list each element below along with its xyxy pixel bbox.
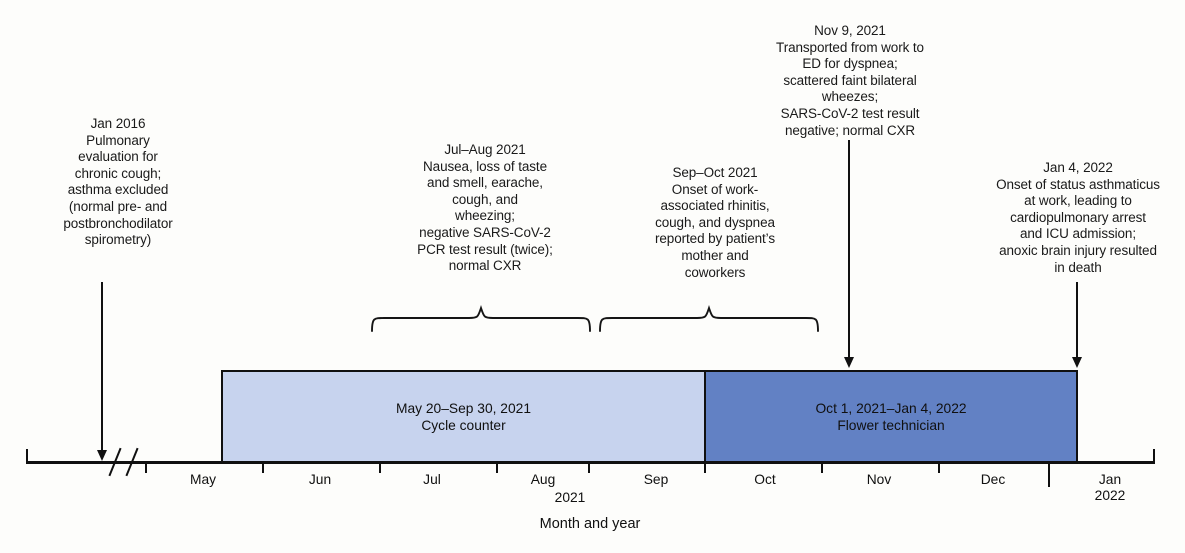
bar-flower-technician[interactable]: Oct 1, 2021–Jan 4, 2022 Flower technicia… [704,370,1078,463]
brace-jul-aug-2021 [371,304,591,332]
tick-label-nov: Nov [866,472,892,487]
tick-label-jan-2022: Jan 2022 [1094,472,1126,503]
tick-jun-start [262,461,264,473]
tick-label-dec: Dec [980,472,1006,487]
annotation-sep-oct-2021: Sep–Oct 2021 Onset of work- associated r… [655,165,775,280]
tick-label-may: May [189,472,217,487]
tick-label-aug: Aug [530,472,556,487]
brace-sep-oct-2021 [599,304,819,332]
arrow-line-jan-2016 [101,282,103,458]
tick-may-start [145,461,147,473]
tick-sep-start [588,461,590,473]
arrow-line-nov-9-2021 [848,140,850,360]
bar-cycle-counter[interactable]: May 20–Sep 30, 2021 Cycle counter [221,370,706,463]
annotation-jan-2016: Jan 2016 Pulmonary evaluation for chroni… [63,116,173,248]
annotation-nov-9-2021: Nov 9, 2021 Transported from work to ED … [776,23,924,138]
tick-nov-start [821,461,823,473]
tick-label-jul: Jul [423,472,441,487]
tick-label-oct: Oct [754,472,776,487]
tick-dec-start [938,461,940,473]
timeline-figure: Jan 2016 Pulmonary evaluation for chroni… [0,0,1185,553]
bar-flower-technician-label: Oct 1, 2021–Jan 4, 2022 Flower technicia… [815,400,967,433]
tick-jul-start [379,461,381,473]
tick-jan-4-2022 [1048,461,1050,487]
x-axis-line [26,461,1155,464]
tick-label-sep: Sep [643,472,669,487]
arrow-head-jan-2016 [96,450,107,461]
tick-label-jun: Jun [308,472,332,487]
annotation-jul-aug-2021: Jul–Aug 2021 Nausea, loss of taste and s… [417,142,553,274]
x-axis-title: Month and year [539,516,641,532]
axis-cap-left [26,449,28,462]
axis-year-label-2021: 2021 [554,490,586,505]
arrow-head-nov-9-2021 [843,357,854,368]
axis-cap-right [1153,449,1155,462]
arrow-line-jan-4-2022 [1076,282,1078,360]
arrow-head-jan-4-2022 [1071,357,1082,368]
tick-oct-start [704,461,706,473]
tick-aug-start [496,461,498,473]
annotation-jan-4-2022: Jan 4, 2022 Onset of status asthmaticus … [996,160,1160,275]
bar-cycle-counter-label: May 20–Sep 30, 2021 Cycle counter [395,400,531,433]
